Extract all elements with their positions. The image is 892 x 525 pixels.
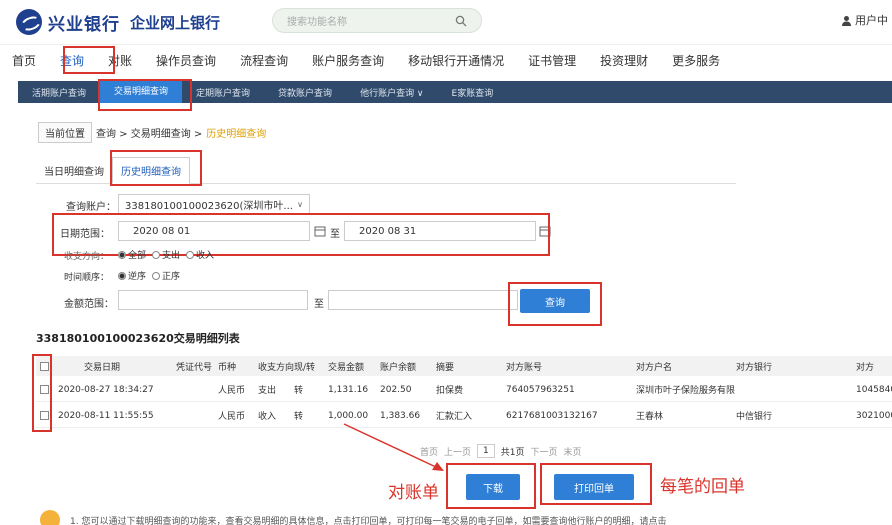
radio-order-desc[interactable]: 逆序 — [118, 269, 146, 282]
user-center[interactable]: 用户中 — [841, 12, 888, 28]
table-row[interactable]: 2020-08-27 18:34:27 人民币 支出 转 1,131.16 202.50 扣… — [36, 378, 892, 402]
table-cell: 3021000 — [856, 410, 892, 421]
main-nav-item[interactable]: 更多服务 — [660, 52, 732, 69]
tip-bar: 1. 您可以通过下载明细查询的功能来，查看交易明细的具体信息，点击打印回单，可打… — [40, 510, 666, 525]
radio-direction-in[interactable]: 收入 — [186, 248, 214, 261]
main-nav-item[interactable]: 移动银行开通情况 — [396, 52, 516, 69]
breadcrumb-path[interactable]: 查询 > 交易明细查询 > — [96, 125, 202, 140]
pager-current-page[interactable]: 1 — [477, 444, 495, 458]
info-icon — [40, 510, 60, 525]
column-header: 交易日期 — [84, 362, 121, 373]
sub-nav-item[interactable]: 活期账户查询 — [18, 86, 100, 99]
table-cell: 收入 — [258, 412, 277, 422]
account-value: 338180100100023620(深圳市叶... — [125, 200, 293, 212]
main-nav-item[interactable]: 首页 — [0, 52, 48, 69]
account-label: 查询账户： — [66, 202, 116, 213]
column-header: 币种 — [218, 362, 237, 373]
search-icon[interactable] — [455, 15, 467, 27]
tab-today-detail[interactable]: 当日明细查询 — [36, 158, 112, 183]
sub-nav-item[interactable]: 他行账户查询 ∨ — [346, 86, 437, 99]
table-cell: 王春林 — [636, 412, 664, 422]
main-nav-item[interactable]: 证书管理 — [516, 52, 588, 69]
radio-order-asc[interactable]: 正序 — [152, 269, 180, 282]
table-row[interactable]: 2020-08-11 11:55:55 人民币 收入转 1,000.00 1,383.6… — [36, 404, 892, 428]
order-label: 时间顺序： — [64, 273, 110, 283]
pager-total: 共1页 — [500, 447, 525, 458]
highlight-detail-tab — [98, 79, 192, 111]
brand-subtitle: 企业网上银行 — [130, 13, 221, 32]
amount-min-input[interactable] — [118, 290, 308, 310]
table-cell: 2020-08-27 18:34:27 — [58, 384, 154, 395]
main-nav-item[interactable]: 流程查询 — [228, 52, 300, 69]
column-header: 对方银行 — [736, 362, 773, 373]
table-cell: 1,131.16 — [328, 384, 369, 395]
chevron-down-icon: ∨ — [297, 199, 303, 209]
column-header: 对方账号 — [506, 362, 543, 373]
highlight-history-tab — [110, 150, 202, 186]
main-nav-item[interactable]: 账户服务查询 — [300, 52, 396, 69]
search-input[interactable]: 搜索功能名称 — [272, 8, 482, 33]
table-cell: 扣保费 — [436, 386, 464, 396]
column-header: 摘要 — [436, 362, 455, 373]
bank-logo-icon — [16, 9, 42, 35]
table-cell: 6217681003132167 — [506, 410, 598, 421]
table-header: 交易日期 凭证代号 币种 收支方向 现/转 交易金额 账户余额 摘要 对方账号 对方户名 对方银行 对… — [36, 356, 892, 376]
search-placeholder: 搜索功能名称 — [287, 17, 347, 28]
table-cell: 支出 — [258, 386, 277, 396]
direction-radios: 全部 支出 收入 — [118, 248, 220, 261]
sub-nav-item[interactable]: 贷款账户查询 — [264, 86, 346, 99]
breadcrumb: 当前位置 查询 > 交易明细查询 > 历史明细查询 — [38, 121, 267, 143]
column-header: 对方户名 — [636, 362, 673, 373]
column-header: 凭证代号 — [176, 362, 213, 373]
breadcrumb-label: 当前位置 — [38, 121, 92, 143]
table-title: 338180100100023620交易明细列表 — [36, 332, 240, 345]
table-cell: 转 — [294, 412, 304, 422]
column-header: 对方 — [856, 362, 875, 373]
table-cell: 人民币 — [218, 412, 246, 422]
highlight-checkboxes — [32, 354, 52, 432]
note-statement: 对账单 — [388, 483, 439, 503]
order-radios: 逆序 正序 — [118, 269, 186, 282]
column-header: 收支方向 — [258, 362, 295, 373]
table-cell: 2020-08-11 11:55:55 — [58, 410, 154, 421]
bank-logo[interactable]: 兴业银行 企业网上银行 — [16, 8, 220, 36]
user-icon — [842, 15, 851, 26]
radio-direction-out[interactable]: 支出 — [152, 248, 180, 261]
table-cell: 1045840 — [856, 384, 892, 395]
direction-label: 收支方向： — [64, 252, 110, 262]
highlight-query-tab — [63, 46, 115, 74]
highlight-download-button — [446, 463, 536, 509]
breadcrumb-current: 历史明细查询 — [206, 128, 267, 140]
brand-name: 兴业银行 — [48, 14, 120, 35]
column-header: 账户余额 — [380, 362, 417, 373]
column-header: 现/转 — [294, 362, 316, 373]
main-nav-item[interactable]: 操作员查询 — [144, 52, 228, 69]
sub-nav-item[interactable]: E家账查询 — [438, 86, 508, 99]
tip-text: 1. 您可以通过下载明细查询的功能来，查看交易明细的具体信息，点击打印回单，可打… — [70, 516, 667, 525]
amount-separator: 至 — [314, 299, 324, 310]
highlight-query-button — [508, 282, 602, 326]
main-nav-item[interactable]: 投资理财 — [588, 52, 660, 69]
pager-last[interactable]: 末页 — [564, 445, 582, 458]
table-cell: 中信银行 — [736, 412, 773, 422]
sub-nav-item[interactable]: 定期账户查询 — [182, 86, 264, 99]
highlight-print-button — [540, 463, 652, 505]
amount-max-input[interactable] — [328, 290, 518, 310]
screen: 兴业银行 企业网上银行 搜索功能名称 用户中 首页 查询 对账 操作员查询 流程查询 账户… — [0, 0, 892, 525]
table-cell: 764057963251 — [506, 384, 575, 395]
table-cell: 深圳市叶子保险服务有限 — [636, 386, 736, 396]
pager-next[interactable]: 下一页 — [531, 445, 558, 458]
amount-range-label: 金额范围： — [64, 299, 114, 310]
account-select[interactable]: 338180100100023620(深圳市叶... ∨ — [118, 194, 310, 214]
annotation-arrow — [343, 423, 444, 471]
main-nav: 首页 查询 对账 操作员查询 流程查询 账户服务查询 移动银行开通情况 证书管理 投资理财 更多服… — [0, 44, 892, 76]
radio-direction-all[interactable]: 全部 — [118, 248, 146, 261]
user-label: 用户中 — [855, 14, 888, 27]
table-cell: 202.50 — [380, 384, 412, 395]
note-receipt: 每笔的回单 — [660, 477, 745, 497]
table-cell: 人民币 — [218, 386, 246, 396]
column-header: 交易金额 — [328, 362, 365, 373]
table-cell: 转 — [294, 386, 304, 396]
